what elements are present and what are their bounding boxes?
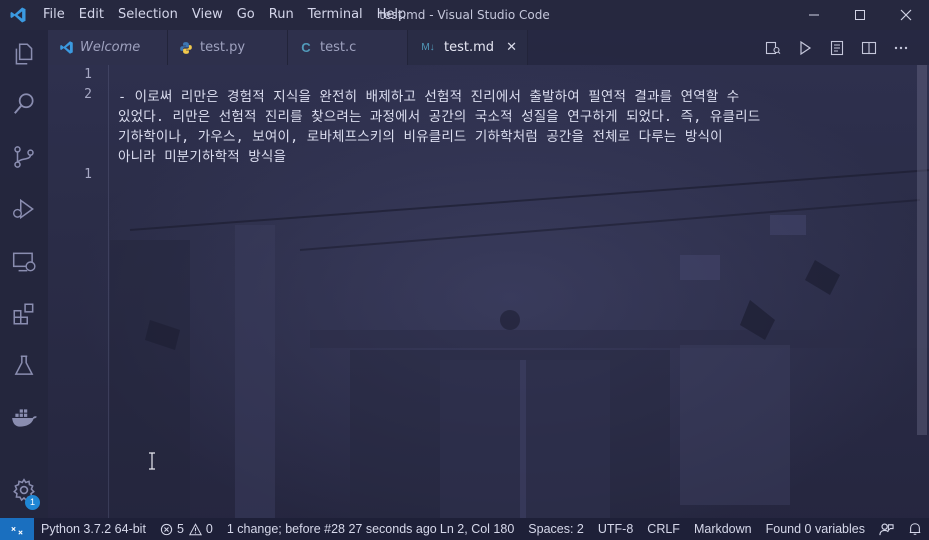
menu-help[interactable]: Help [370, 0, 414, 30]
tab-label: test.c [320, 40, 357, 55]
line-number: 1 [84, 167, 92, 182]
run-debug-button[interactable] [0, 185, 48, 233]
problems-button[interactable]: 5 0 [153, 518, 220, 540]
menu-view[interactable]: View [185, 0, 230, 30]
vscode-icon [58, 40, 74, 55]
code-line: 기하학이나, 가우스, 보여이, 로바체프스키의 비유클리드 기하학처럼 공간을… [118, 129, 723, 145]
editor-actions [757, 30, 917, 65]
tab-test-py[interactable]: test.py [168, 30, 288, 65]
tab-test-c[interactable]: C test.c [288, 30, 408, 65]
remote-indicator-button[interactable] [0, 518, 34, 540]
run-debug-icon [13, 198, 34, 220]
source-control-icon [14, 146, 34, 168]
status-bar: Python 3.7.2 64-bit 5 0 1 change; before… [0, 518, 929, 540]
window-controls [791, 0, 929, 30]
tab-label: test.py [200, 40, 246, 55]
extensions-button[interactable] [0, 290, 48, 338]
cursor-position-button[interactable]: Ln 2, Col 180 [433, 518, 521, 540]
line-number: 2 [84, 87, 92, 102]
extensions-icon [13, 303, 34, 325]
tab-test-md[interactable]: M↓ test.md ✕ [408, 30, 528, 65]
search-button[interactable] [0, 80, 48, 128]
feedback-button[interactable] [872, 522, 901, 537]
menu-file[interactable]: File [36, 0, 72, 30]
code-line: 있었다. 리만은 선험적 진리를 찾으려는 과정에서 공간의 국소적 성질을 연… [118, 109, 761, 125]
code-line: 아니라 미분기하학적 방식을 [118, 149, 287, 165]
maximize-icon [855, 10, 865, 20]
tab-welcome[interactable]: Welcome [48, 30, 168, 65]
minimize-button[interactable] [791, 0, 837, 30]
open-preview-button[interactable] [821, 30, 853, 65]
menu-edit[interactable]: Edit [72, 0, 111, 30]
remote-explorer-button[interactable] [0, 238, 48, 286]
close-window-button[interactable] [883, 0, 929, 30]
split-editor-icon [861, 41, 877, 54]
menu-bar: File Edit Selection View Go Run Terminal… [36, 0, 413, 30]
line-number: 1 [84, 67, 92, 82]
docker-button[interactable] [0, 394, 48, 442]
preview-icon [830, 40, 844, 55]
language-mode-button[interactable]: Markdown [687, 518, 759, 540]
editor-scrollbar[interactable] [915, 65, 929, 518]
close-icon [900, 9, 912, 21]
python-interpreter-button[interactable]: Python 3.7.2 64-bit [34, 518, 153, 540]
indentation-button[interactable]: Spaces: 2 [521, 518, 591, 540]
editor-area[interactable]: 1 2 1 - 이로써 리만은 경험적 지식을 완전히 배제하고 선험적 진리에… [48, 65, 929, 518]
local-history-status[interactable]: 1 change; before #28 27 seconds ago [220, 518, 444, 540]
activity-bar: 1 [0, 30, 48, 518]
maximize-button[interactable] [837, 0, 883, 30]
warning-count: 0 [205, 522, 213, 536]
more-actions-button[interactable] [885, 30, 917, 65]
explorer-icon [15, 43, 33, 65]
remote-icon [11, 526, 23, 535]
testing-button[interactable] [0, 342, 48, 390]
close-tab-icon[interactable]: ✕ [506, 40, 517, 55]
preview-side-icon [765, 41, 781, 54]
more-icon [894, 46, 908, 49]
menu-selection[interactable]: Selection [111, 0, 185, 30]
docker-icon [12, 409, 37, 427]
eol-button[interactable]: CRLF [640, 518, 687, 540]
play-icon [800, 40, 812, 55]
python-icon [178, 41, 194, 55]
error-count: 5 [176, 522, 184, 536]
mouse-cursor-ibeam-icon [148, 452, 156, 474]
split-editor-button[interactable] [853, 30, 885, 65]
source-control-button[interactable] [0, 133, 48, 181]
search-icon [14, 93, 34, 114]
line-number-gutter: 1 2 1 [48, 65, 108, 518]
variables-status[interactable]: Found 0 variables [759, 518, 872, 540]
minimize-icon [809, 14, 819, 16]
encoding-button[interactable]: UTF-8 [591, 518, 640, 540]
bell-icon [909, 523, 921, 535]
run-button[interactable] [789, 30, 821, 65]
manage-settings-button[interactable]: 1 [0, 466, 48, 514]
explorer-button[interactable] [0, 30, 48, 78]
editor-tab-bar: Welcome test.py C test.c M↓ test.md ✕ [48, 30, 929, 65]
menu-run[interactable]: Run [262, 0, 301, 30]
feedback-icon [879, 523, 894, 535]
error-icon [160, 523, 173, 535]
menu-go[interactable]: Go [230, 0, 262, 30]
title-bar: File Edit Selection View Go Run Terminal… [0, 0, 929, 30]
markdown-icon: M↓ [421, 42, 435, 53]
tab-label: test.md [444, 40, 495, 55]
tab-label: Welcome [80, 40, 141, 55]
c-icon: C [301, 40, 311, 55]
code-line: - 이로써 리만은 경험적 지식을 완전히 배제하고 선험적 진리에서 출발하여… [118, 89, 740, 105]
vscode-logo-icon [0, 0, 36, 30]
testing-icon [14, 355, 34, 375]
notifications-button[interactable] [901, 522, 929, 536]
indent-guide [108, 65, 109, 518]
settings-badge: 1 [25, 495, 40, 510]
menu-terminal[interactable]: Terminal [301, 0, 370, 30]
warning-icon [188, 522, 202, 535]
scrollbar-thumb[interactable] [917, 65, 927, 435]
open-preview-side-button[interactable] [757, 30, 789, 65]
status-bar-right: Ln 2, Col 180 Spaces: 2 UTF-8 CRLF Markd… [433, 518, 929, 540]
remote-explorer-icon [12, 252, 36, 272]
